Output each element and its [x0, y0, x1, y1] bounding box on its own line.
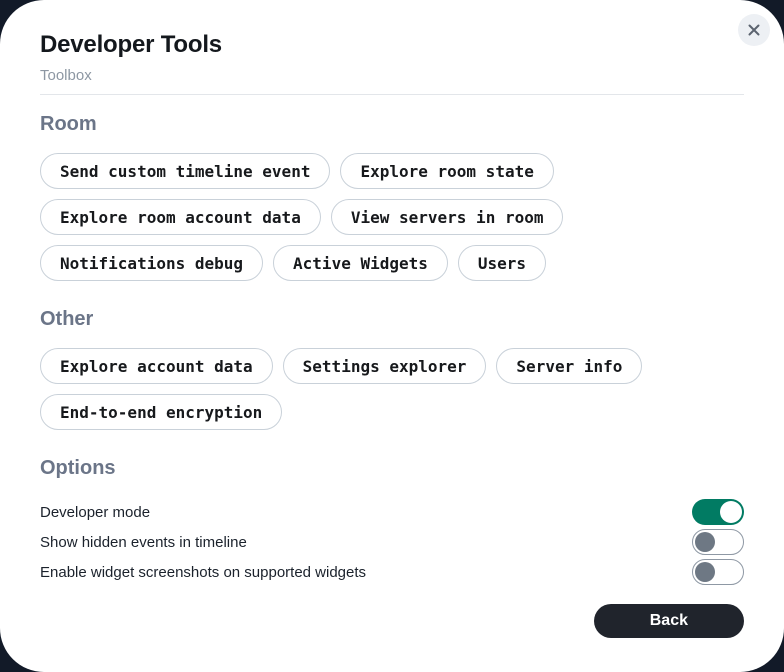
dialog-subtitle: Toolbox [40, 66, 744, 95]
view-servers-in-room-button[interactable]: View servers in room [331, 199, 564, 235]
show-hidden-events-label: Show hidden events in timeline [40, 534, 247, 551]
developer-tools-dialog: Developer Tools Toolbox Room Send custom… [0, 0, 784, 672]
section-heading-other: Other [40, 308, 744, 330]
active-widgets-button[interactable]: Active Widgets [273, 245, 448, 281]
users-button[interactable]: Users [458, 245, 546, 281]
toggle-knob [695, 532, 715, 552]
explore-account-data-button[interactable]: Explore account data [40, 348, 273, 384]
settings-explorer-button[interactable]: Settings explorer [283, 348, 487, 384]
explore-room-account-data-button[interactable]: Explore room account data [40, 199, 321, 235]
option-row-show-hidden-events: Show hidden events in timeline [40, 527, 744, 557]
close-icon [747, 23, 761, 37]
dialog-title: Developer Tools [40, 30, 744, 60]
close-button[interactable] [738, 14, 770, 46]
other-button-group: Explore account data Settings explorer S… [40, 348, 744, 430]
send-custom-timeline-event-button[interactable]: Send custom timeline event [40, 153, 330, 189]
room-button-group: Send custom timeline event Explore room … [40, 153, 744, 281]
developer-mode-label: Developer mode [40, 504, 150, 521]
widget-screenshots-toggle[interactable] [692, 559, 744, 585]
option-row-widget-screenshots: Enable widget screenshots on supported w… [40, 557, 744, 587]
option-row-developer-mode: Developer mode [40, 497, 744, 527]
toggle-knob [720, 501, 742, 523]
dialog-footer: Back [40, 604, 744, 638]
notifications-debug-button[interactable]: Notifications debug [40, 245, 263, 281]
explore-room-state-button[interactable]: Explore room state [340, 153, 553, 189]
section-heading-options: Options [40, 457, 744, 479]
section-heading-room: Room [40, 113, 744, 135]
server-info-button[interactable]: Server info [496, 348, 642, 384]
back-button[interactable]: Back [594, 604, 744, 638]
end-to-end-encryption-button[interactable]: End-to-end encryption [40, 394, 282, 430]
show-hidden-events-toggle[interactable] [692, 529, 744, 555]
developer-mode-toggle[interactable] [692, 499, 744, 525]
toggle-knob [695, 562, 715, 582]
widget-screenshots-label: Enable widget screenshots on supported w… [40, 564, 366, 581]
